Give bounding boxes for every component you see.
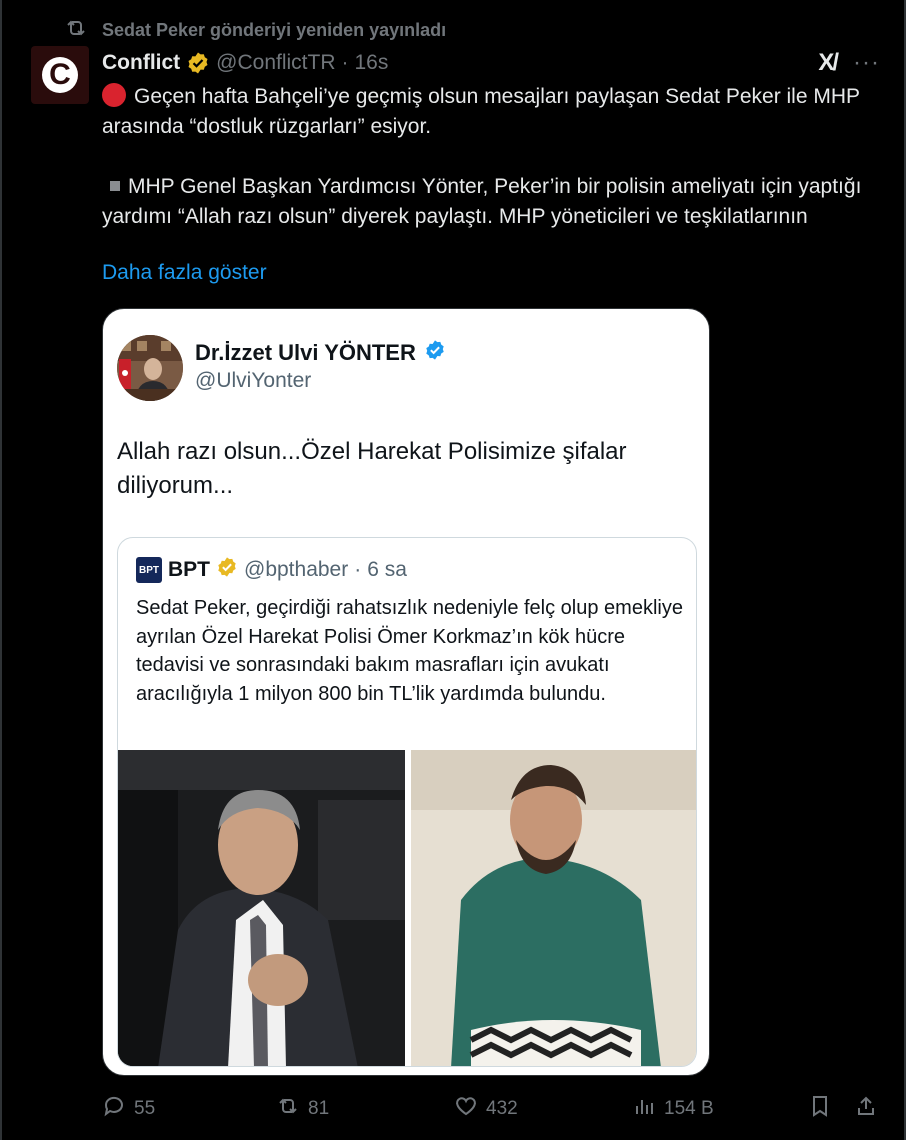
author-handle[interactable]: @ConflictTR	[216, 51, 335, 75]
post-paragraph-1: Geçen hafta Bahçeli’ye geçmiş olsun mesa…	[102, 83, 860, 138]
show-more-link[interactable]: Daha fazla göster	[102, 261, 267, 285]
quoted-author-name: BPT	[168, 558, 210, 581]
repost-icon	[276, 1094, 300, 1124]
share-button[interactable]	[854, 1094, 878, 1124]
photo-man-in-wheelchair	[411, 750, 696, 1066]
reply-button[interactable]: 55	[102, 1094, 155, 1124]
repost-label: Sedat Peker gönderiyi yeniden yayınladı	[102, 19, 447, 40]
embedded-post-image[interactable]: Dr.İzzet Ulvi YÖNTER @UlviYonter Allah r…	[102, 308, 710, 1076]
separator-dot: ·	[354, 558, 362, 581]
repost-header[interactable]: Sedat Peker gönderiyi yeniden yayınladı	[64, 18, 446, 42]
bookmark-button[interactable]	[808, 1094, 832, 1124]
embed-author-avatar	[117, 335, 183, 401]
photo-man-in-suit	[118, 750, 405, 1066]
quoted-post: BPT BPT @bpthaber · 6 sa Sedat Peker, ge…	[117, 537, 697, 1067]
views-count: 154 B	[664, 1098, 714, 1119]
bpt-logo: BPT	[136, 557, 162, 583]
views-button[interactable]: 154 B	[632, 1094, 714, 1124]
embed-author-handle: @UlviYonter	[195, 369, 312, 392]
repost-count: 81	[308, 1098, 330, 1119]
heart-icon	[454, 1094, 478, 1124]
quoted-timestamp: 6 sa	[367, 558, 407, 581]
reply-count: 55	[134, 1098, 156, 1119]
verified-gold-icon	[216, 556, 238, 584]
post-top-actions: X/ ···	[818, 48, 880, 78]
post-text: Geçen hafta Bahçeli’ye geçmiş olsun mesa…	[102, 82, 882, 232]
reply-icon	[102, 1094, 126, 1124]
separator-dot: ·	[341, 51, 349, 74]
bookmark-icon	[808, 1094, 832, 1124]
author-name[interactable]: Conflict	[102, 51, 180, 75]
like-count: 432	[486, 1098, 518, 1119]
embed-author-row: Dr.İzzet Ulvi YÖNTER	[195, 339, 446, 367]
red-circle-emoji-icon	[102, 83, 126, 107]
quoted-post-text: Sedat Peker, geçirdiği rahatsızlık neden…	[136, 597, 683, 705]
grok-icon[interactable]: X/	[818, 49, 839, 77]
share-icon	[854, 1094, 878, 1124]
verified-gold-icon[interactable]	[186, 51, 210, 75]
quoted-post-header: BPT BPT @bpthaber · 6 sa	[136, 556, 407, 584]
more-options-icon[interactable]: ···	[853, 49, 880, 77]
author-avatar[interactable]: C	[31, 46, 89, 104]
quoted-author-handle: @bpthaber	[244, 558, 349, 581]
post-paragraph-2: MHP Genel Başkan Yardımcısı Yönter, Peke…	[102, 175, 862, 228]
like-button[interactable]: 432	[454, 1094, 518, 1124]
author-row: Conflict @ConflictTR · 16s	[102, 48, 388, 78]
embed-author-name: Dr.İzzet Ulvi YÖNTER	[195, 340, 416, 365]
views-chart-icon	[632, 1094, 656, 1124]
avatar-logo: C	[42, 57, 78, 93]
post-timestamp[interactable]: 16s	[355, 51, 389, 75]
post-action-bar: 55 81 432 154 B	[102, 1094, 882, 1126]
repost-button[interactable]: 81	[276, 1094, 329, 1124]
verified-blue-icon	[424, 339, 446, 367]
repost-icon	[64, 16, 88, 45]
square-bullet-icon	[110, 181, 120, 192]
embed-post-text: Allah razı olsun...Özel Harekat Polisimi…	[117, 438, 627, 499]
